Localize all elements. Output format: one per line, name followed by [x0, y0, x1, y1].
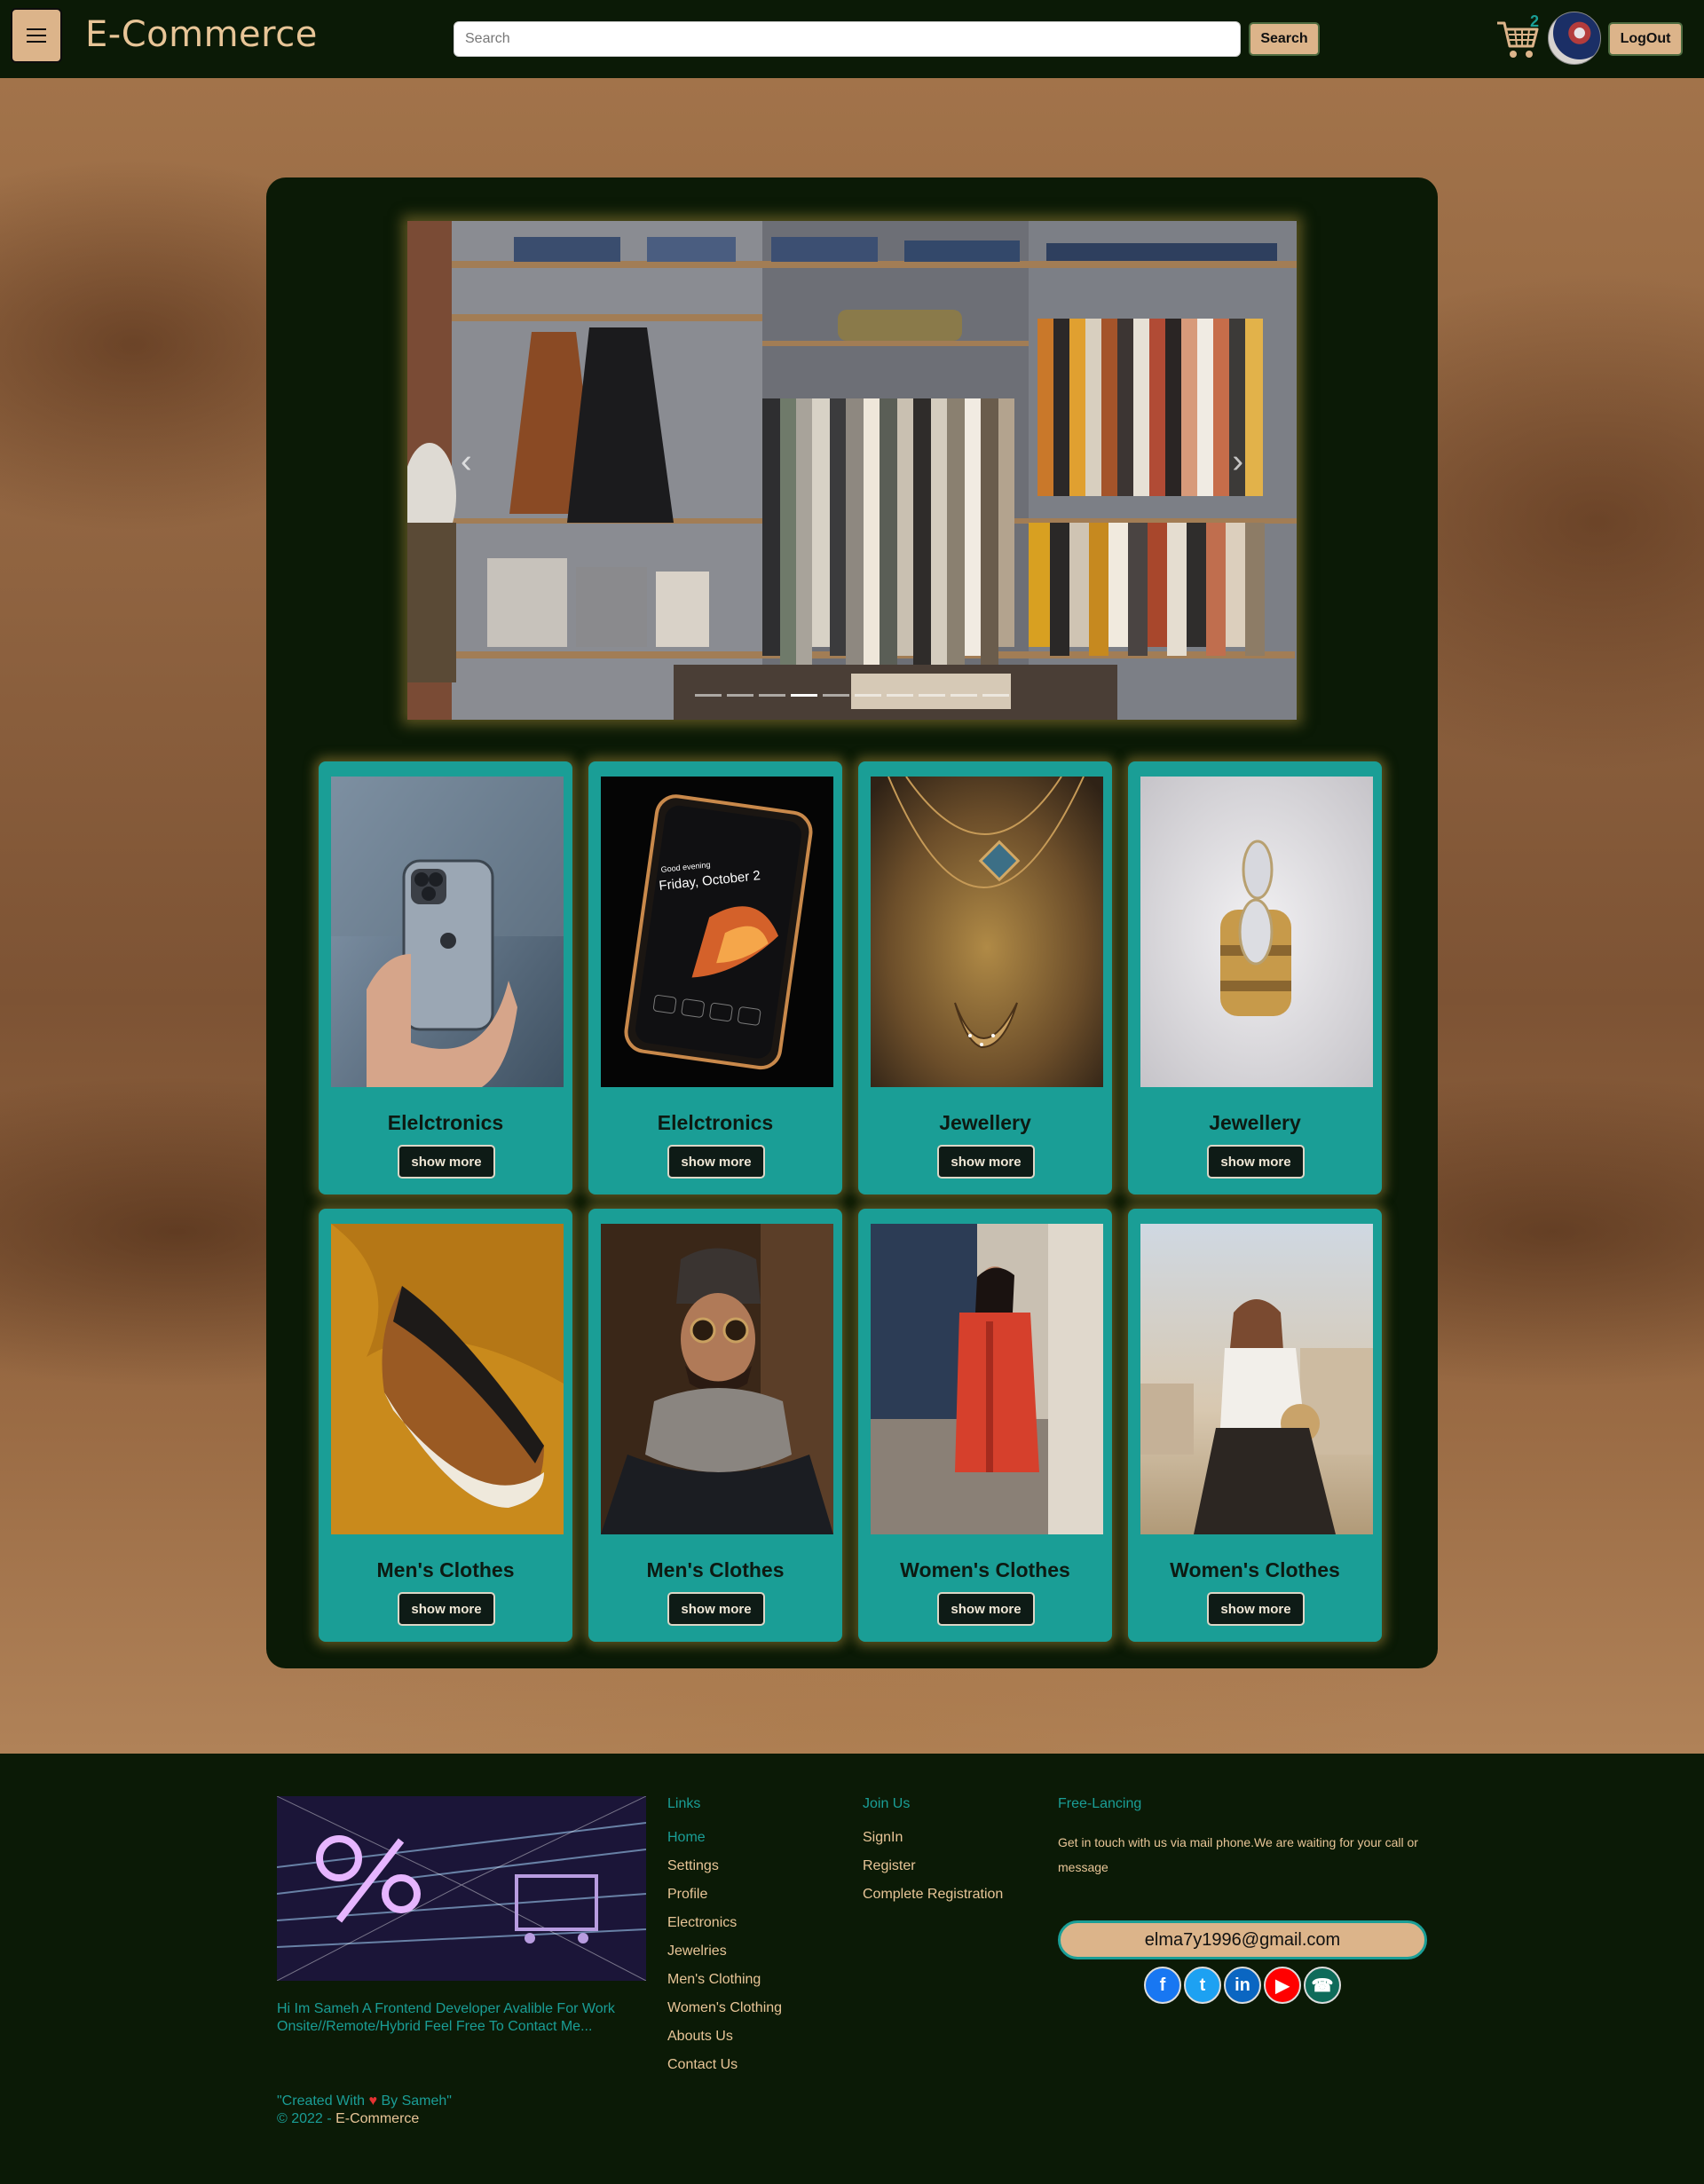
logout-button[interactable]: LogOut	[1608, 22, 1683, 56]
footer-link-home[interactable]: Home	[667, 1830, 706, 1846]
join-heading: Join Us	[863, 1796, 911, 1811]
footer-link-jewelries[interactable]: Jewelries	[667, 1944, 727, 1959]
carousel-next-icon[interactable]: ›	[1232, 443, 1243, 481]
carousel-indicator[interactable]	[727, 694, 753, 697]
footer-link-about-us[interactable]: Abouts Us	[667, 2029, 733, 2045]
facebook-icon[interactable]: f	[1144, 1967, 1181, 2004]
show-more-button[interactable]: show more	[398, 1592, 495, 1626]
carousel-indicator[interactable]	[791, 694, 817, 697]
clothing-store-image	[407, 221, 1297, 720]
card-title: Women's Clothes	[1170, 1558, 1340, 1581]
whatsapp-icon[interactable]: ☎	[1304, 1967, 1341, 2004]
show-more-button[interactable]: show more	[398, 1145, 495, 1179]
product-image[interactable]	[331, 777, 564, 1087]
footer-link-complete-registration[interactable]: Complete Registration	[863, 1887, 1003, 1903]
youtube-icon[interactable]: ▶	[1264, 1967, 1301, 2004]
product-image[interactable]	[1140, 777, 1373, 1087]
carousel-indicator[interactable]	[951, 694, 977, 697]
card-title: Jewellery	[1209, 1111, 1301, 1134]
show-more-button[interactable]: show more	[667, 1145, 765, 1179]
footer-link-womens-clothing[interactable]: Women's Clothing	[667, 2000, 782, 2016]
product-image[interactable]: Good evening Friday, October 2	[601, 777, 833, 1087]
card-title: Men's Clothes	[646, 1558, 785, 1581]
product-image[interactable]	[1140, 1224, 1373, 1534]
carousel-indicator[interactable]	[919, 694, 945, 697]
product-image[interactable]	[331, 1224, 564, 1534]
show-more-button[interactable]: show more	[667, 1592, 765, 1626]
credit-suffix: By Sameh"	[381, 2093, 452, 2109]
product-image[interactable]	[871, 777, 1103, 1087]
carousel-indicator[interactable]	[982, 694, 1009, 697]
product-card: Men's Clothes show more	[319, 1209, 572, 1642]
copyright: © 2022 -	[277, 2111, 332, 2126]
footer-link-mens-clothing[interactable]: Men's Clothing	[667, 1972, 761, 1988]
footer-link-register[interactable]: Register	[863, 1858, 916, 1874]
product-card: Women's Clothes show more	[858, 1209, 1112, 1642]
carousel-indicator[interactable]	[823, 694, 849, 697]
footer	[0, 1754, 1704, 2184]
show-more-button[interactable]: show more	[1207, 1592, 1305, 1626]
footer-link-contact-us[interactable]: Contact Us	[667, 2057, 738, 2073]
brand-title[interactable]: E-Commerce	[85, 14, 318, 55]
copyright-brand-link[interactable]: E-Commerce	[335, 2111, 419, 2126]
carousel-prev-icon[interactable]: ‹	[461, 443, 472, 481]
carousel-indicator[interactable]	[887, 694, 913, 697]
links-heading: Links	[667, 1796, 701, 1811]
carousel-indicator[interactable]	[759, 694, 785, 697]
hero-carousel[interactable]: ‹ ›	[407, 221, 1297, 720]
heart-icon: ♥	[368, 2093, 378, 2109]
carousel-indicator[interactable]	[855, 694, 881, 697]
show-more-button[interactable]: show more	[1207, 1145, 1305, 1179]
product-card: Jewellery show more	[858, 761, 1112, 1194]
card-title: Elelctronics	[387, 1111, 504, 1134]
product-image[interactable]	[601, 1224, 833, 1534]
card-title: Women's Clothes	[900, 1558, 1070, 1581]
product-image[interactable]	[871, 1224, 1103, 1534]
carousel-indicators	[407, 694, 1297, 697]
show-more-button[interactable]: show more	[937, 1592, 1035, 1626]
footer-link-settings[interactable]: Settings	[667, 1858, 719, 1874]
avatar[interactable]	[1548, 12, 1601, 65]
menu-toggle-button[interactable]	[11, 8, 62, 63]
freelance-text: Get in touch with us via mail phone.We a…	[1058, 1835, 1418, 1874]
footer-link-signin[interactable]: SignIn	[863, 1830, 903, 1846]
email-contact[interactable]: elma7y1996@gmail.com	[1058, 1920, 1427, 1959]
product-card: Elelctronics show more	[319, 761, 572, 1194]
navbar: E-Commerce Search 2 LogOut	[0, 0, 1704, 78]
twitter-icon[interactable]: t	[1184, 1967, 1221, 2004]
show-more-button[interactable]: show more	[937, 1145, 1035, 1179]
product-card: Men's Clothes show more	[588, 1209, 842, 1642]
product-card: Jewellery show more	[1128, 761, 1382, 1194]
footer-link-profile[interactable]: Profile	[667, 1887, 707, 1903]
product-card: Good evening Friday, October 2 Elelctron…	[588, 761, 842, 1194]
linkedin-icon[interactable]: in	[1224, 1967, 1261, 2004]
footer-link-electronics[interactable]: Electronics	[667, 1915, 737, 1931]
cart-count-badge: 2	[1529, 12, 1539, 30]
card-title: Men's Clothes	[376, 1558, 515, 1581]
search-input[interactable]	[454, 21, 1241, 57]
footer-about-text: Hi Im Sameh A Frontend Developer Avalibl…	[277, 2001, 615, 2034]
freelance-heading: Free-Lancing	[1058, 1796, 1142, 1811]
footer-promo-image	[277, 1796, 646, 1981]
credit-text: "Created With ♥ By Sameh" © 2022 - E-Com…	[277, 2093, 452, 2128]
carousel-indicator[interactable]	[695, 694, 722, 697]
hamburger-icon	[27, 28, 46, 30]
search-button[interactable]: Search	[1249, 22, 1320, 56]
product-card: Women's Clothes show more	[1128, 1209, 1382, 1642]
credit-prefix: "Created With	[277, 2093, 366, 2109]
card-title: Jewellery	[939, 1111, 1031, 1134]
card-title: Elelctronics	[657, 1111, 774, 1134]
